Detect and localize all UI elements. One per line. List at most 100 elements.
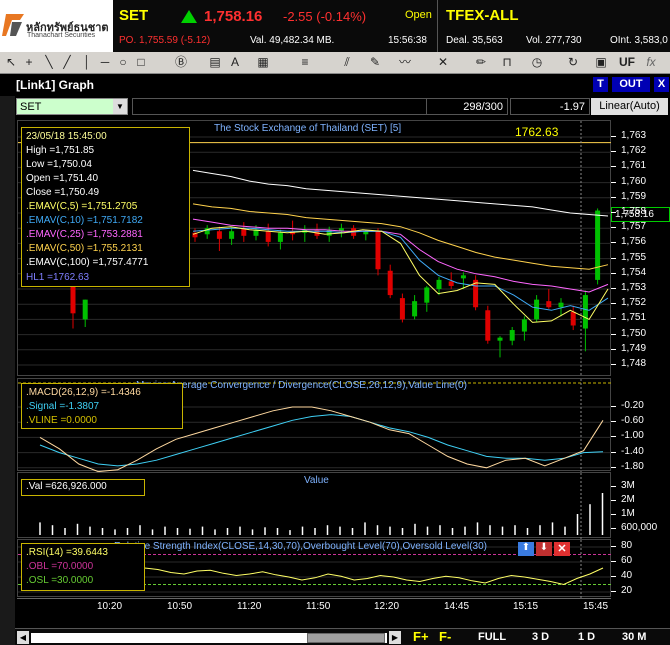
symbol-select[interactable]: SET ▼ [16, 98, 128, 115]
candle-body [387, 270, 393, 296]
clock-icon[interactable]: ◷ [528, 54, 546, 71]
candle-body [412, 301, 418, 317]
index-symbol[interactable]: SET [119, 7, 148, 24]
macd-panel[interactable]: Moving Average Convergence / Divergence(… [17, 378, 612, 472]
zoom-in-button[interactable]: F+ [413, 629, 429, 644]
candle-body [460, 275, 466, 279]
candle-body [448, 281, 454, 286]
candle-body [375, 231, 381, 270]
x-tick-label: 14:45 [444, 601, 470, 612]
price-y-axis[interactable]: 1,758.16 1,763 1,762 1,761 1,760 1,759 1,758 1… [611, 120, 670, 376]
y-tick-label: 40 [621, 570, 633, 581]
logo-subtext: Thanachart Securities [27, 32, 96, 39]
ema-line [192, 203, 609, 270]
candle-body [595, 210, 601, 280]
pattern-tool-icon[interactable]: ▦ [254, 54, 272, 71]
out-button[interactable]: OUT [612, 77, 650, 92]
period-1d-button[interactable]: 1 D [578, 631, 595, 643]
save-icon[interactable]: ▣ [592, 54, 610, 71]
pointer-icon[interactable]: ↖ [2, 54, 20, 71]
y-tick [611, 406, 616, 407]
wave-tool-icon[interactable]: 〰 [396, 54, 414, 71]
text-tool-icon[interactable]: A [226, 54, 244, 71]
y-tick-label: -1.40 [621, 445, 644, 457]
obl-value: .OBL =70.0000 [26, 561, 94, 572]
y-tick [611, 288, 616, 289]
header-divider [437, 0, 438, 52]
uf-button[interactable]: UF [616, 54, 638, 71]
erase-tool-icon[interactable]: ✎ [366, 54, 384, 71]
scroll-right-icon[interactable]: ▶ [389, 631, 401, 644]
fn-icon[interactable]: fx [642, 54, 660, 71]
y-tick [611, 466, 616, 468]
refresh-icon[interactable]: ↻ [564, 54, 582, 71]
ema-line [192, 169, 609, 217]
move-up-button[interactable]: ⬆ [518, 542, 534, 556]
ray-tool-icon[interactable]: ╱ [58, 54, 76, 71]
rsi-panel[interactable]: Relative Strength Index(CLOSE,14,30,70),… [17, 539, 612, 598]
line-tool-icon[interactable]: ╲ [40, 54, 58, 71]
candle-body [485, 310, 491, 341]
value-info-box: .Val =626,926.000 [21, 479, 145, 496]
value-y-axis[interactable]: 3M 2M 1M 600,000 [611, 472, 670, 538]
horizontal-line-icon[interactable]: ─ [96, 54, 114, 71]
prev-close: PO. 1,755.59 (-5.12) [119, 35, 211, 46]
crosshair-icon[interactable]: + [20, 54, 38, 71]
y-tick [611, 421, 616, 423]
y-tick [611, 500, 616, 501]
line-style-icon[interactable]: ≡ [296, 54, 314, 71]
y-tick [611, 333, 616, 335]
pencil-icon[interactable]: ✏ [472, 54, 490, 71]
time-axis[interactable]: 10:20 10:50 11:20 11:50 12:20 14:45 15:15 15:45 [17, 598, 611, 616]
circle-tool-icon[interactable]: ○ [114, 54, 132, 71]
macd-y-axis[interactable]: -0.20-0.60-1.00-1.40-1.80-2.20 [611, 378, 670, 487]
trend-tool-icon[interactable]: ⫽ [338, 54, 356, 71]
close-window-button[interactable]: X [654, 77, 669, 92]
value-panel[interactable]: Value .Val =626,926.000 [17, 472, 611, 539]
move-down-button[interactable]: ⬇ [536, 542, 552, 556]
magnet-icon[interactable]: ⊓ [498, 54, 516, 71]
candle-body [424, 287, 430, 303]
y-tick [611, 303, 616, 305]
y-tick-label: 1,763 [621, 130, 647, 141]
rsi-value: .RSI(14) =39.6443 [26, 547, 108, 558]
channel-tool-icon[interactable]: ▤ [206, 54, 224, 71]
vertical-line-icon[interactable]: │ [78, 54, 96, 71]
tfex-symbol[interactable]: TFEX-ALL [446, 7, 519, 24]
candle-body [558, 302, 564, 308]
chevron-down-icon[interactable]: ▼ [113, 99, 127, 114]
candle-body [497, 337, 503, 341]
scroll-left-icon[interactable]: ◀ [17, 631, 29, 644]
market-time: 15:56:38 [388, 35, 427, 46]
y-tick [611, 257, 616, 259]
period-full-button[interactable]: FULL [478, 631, 506, 643]
period-3d-button[interactable]: 3 D [532, 631, 549, 643]
y-tick [611, 514, 616, 515]
y-tick [611, 136, 616, 137]
tile-button[interactable]: T [593, 77, 608, 92]
scroll-thumb[interactable] [307, 633, 385, 643]
bottom-bar: ◀ ▶ F+ F- FULL 3 D 1 D 30 M [15, 628, 670, 645]
broker-logo: หลักทรัพย์ธนชาต Thanachart Securities [0, 0, 113, 52]
y-tick-label: 1,749 [621, 342, 647, 354]
y-tick-label: 1,758 [621, 206, 647, 217]
y-tick-label: 1,762 [621, 145, 647, 157]
thanachart-logo-icon [2, 14, 24, 36]
price-panel[interactable]: The Stock Exchange of Thailand (SET) [5]… [17, 120, 612, 377]
rsi-info-box: .RSI(14) =39.6443 .OBL =70.0000 .OSL =30… [21, 543, 145, 591]
fib-tool-icon[interactable]: Ⓑ [172, 54, 190, 71]
scale-mode-button[interactable]: Linear(Auto) [591, 98, 668, 115]
rectangle-tool-icon[interactable]: □ [132, 54, 150, 71]
y-tick [611, 166, 616, 168]
drawing-toolbar: ↖ + ╲ ╱ │ ─ ○ □ Ⓑ ▤ A ▦ ≡ ⫽ ✎ 〰 ✕ ✏ ⊓ ◷ … [0, 52, 670, 74]
period-30m-button[interactable]: 30 M [622, 631, 646, 643]
y-tick [611, 451, 616, 453]
hl1-value: HL1 =1762.63 [26, 272, 90, 283]
candle-body [399, 298, 405, 320]
zoom-out-button[interactable]: F- [439, 629, 451, 644]
delete-tool-icon[interactable]: ✕ [434, 54, 452, 71]
remove-panel-button[interactable]: ✕ [554, 542, 570, 556]
rsi-y-axis[interactable]: 80 60 40 20 [611, 539, 670, 597]
vline-value: .VLINE =0.0000 [26, 415, 97, 426]
candle-body [277, 232, 283, 242]
